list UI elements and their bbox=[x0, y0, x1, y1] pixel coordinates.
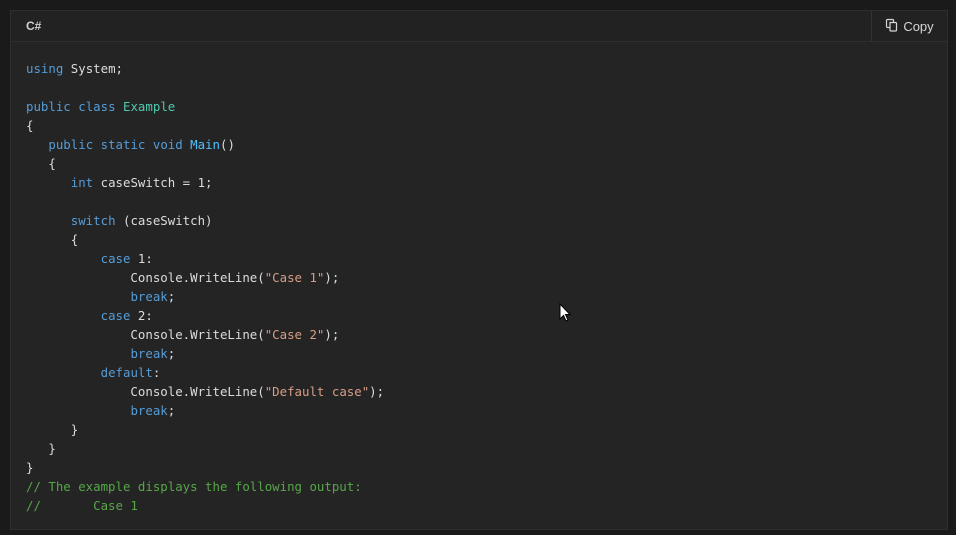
code-token: break bbox=[130, 289, 168, 304]
code-content[interactable]: using System; public class Example { publi… bbox=[26, 59, 384, 515]
code-line: { bbox=[26, 230, 384, 249]
code-token: { bbox=[26, 118, 34, 133]
mouse-cursor-icon bbox=[559, 303, 572, 322]
code-token: void bbox=[152, 137, 183, 152]
code-line: using System; bbox=[26, 59, 384, 78]
code-token: ; bbox=[167, 346, 176, 361]
code-line: public static void Main() bbox=[26, 135, 384, 154]
copy-icon bbox=[885, 18, 899, 35]
code-line: Console.WriteLine("Case 1"); bbox=[26, 268, 384, 287]
code-line: case 2: bbox=[26, 306, 384, 325]
code-token: } bbox=[26, 422, 79, 437]
code-block-header: C# Copy bbox=[11, 11, 947, 42]
code-token: case bbox=[100, 308, 131, 323]
code-line: case 1: bbox=[26, 249, 384, 268]
code-token: switch bbox=[70, 213, 116, 228]
code-token: { bbox=[26, 156, 56, 171]
code-token: Example bbox=[123, 99, 176, 114]
code-line: // Case 1 bbox=[26, 496, 384, 515]
code-token: System; bbox=[63, 61, 123, 76]
code-token: static bbox=[100, 137, 146, 152]
code-token: } bbox=[26, 441, 56, 456]
code-token: { bbox=[26, 232, 79, 247]
code-token: // The example displays the following ou… bbox=[26, 479, 362, 494]
code-token: int bbox=[70, 175, 94, 190]
code-line: break; bbox=[26, 401, 384, 420]
copy-button[interactable]: Copy bbox=[871, 11, 947, 41]
code-token: : bbox=[152, 365, 161, 380]
code-token: caseSwitch = 1; bbox=[93, 175, 213, 190]
code-token: using bbox=[26, 61, 64, 76]
code-token: 2: bbox=[130, 308, 153, 323]
code-token: ; bbox=[167, 289, 176, 304]
code-token: Console.WriteLine( bbox=[26, 384, 265, 399]
code-token: case bbox=[100, 251, 131, 266]
code-token: ); bbox=[324, 270, 340, 285]
code-token: "Default case" bbox=[264, 384, 370, 399]
code-token: break bbox=[130, 403, 168, 418]
code-line: default: bbox=[26, 363, 384, 382]
code-line: int caseSwitch = 1; bbox=[26, 173, 384, 192]
code-token: public bbox=[26, 99, 71, 114]
code-line: { bbox=[26, 154, 384, 173]
code-token: public bbox=[48, 137, 94, 152]
code-token: // Case 1 bbox=[26, 498, 138, 513]
code-token: (caseSwitch) bbox=[115, 213, 213, 228]
code-token: ); bbox=[324, 327, 340, 342]
code-token: Main bbox=[190, 137, 221, 152]
code-token: ; bbox=[167, 403, 176, 418]
code-line: break; bbox=[26, 344, 384, 363]
code-token: 1: bbox=[130, 251, 153, 266]
code-line: { bbox=[26, 116, 384, 135]
code-token: () bbox=[220, 137, 235, 152]
code-token: ); bbox=[369, 384, 385, 399]
code-line: Console.WriteLine("Case 2"); bbox=[26, 325, 384, 344]
code-line: } bbox=[26, 439, 384, 458]
code-line: switch (caseSwitch) bbox=[26, 211, 384, 230]
code-line: } bbox=[26, 420, 384, 439]
code-token: Console.WriteLine( bbox=[26, 327, 265, 342]
code-block: C# Copy using System; public class Exampl… bbox=[10, 10, 948, 530]
code-line: } bbox=[26, 458, 384, 477]
code-token: Console.WriteLine( bbox=[26, 270, 265, 285]
code-line: public class Example bbox=[26, 97, 384, 116]
code-token: break bbox=[130, 346, 168, 361]
code-line: Console.WriteLine("Default case"); bbox=[26, 382, 384, 401]
language-label: C# bbox=[26, 19, 42, 33]
code-token: "Case 1" bbox=[264, 270, 325, 285]
code-token: "Case 2" bbox=[264, 327, 325, 342]
code-line: // The example displays the following ou… bbox=[26, 477, 384, 496]
copy-label: Copy bbox=[903, 18, 934, 34]
code-token: } bbox=[26, 460, 34, 475]
code-token: class bbox=[78, 99, 116, 114]
code-line: break; bbox=[26, 287, 384, 306]
code-token: default bbox=[100, 365, 153, 380]
